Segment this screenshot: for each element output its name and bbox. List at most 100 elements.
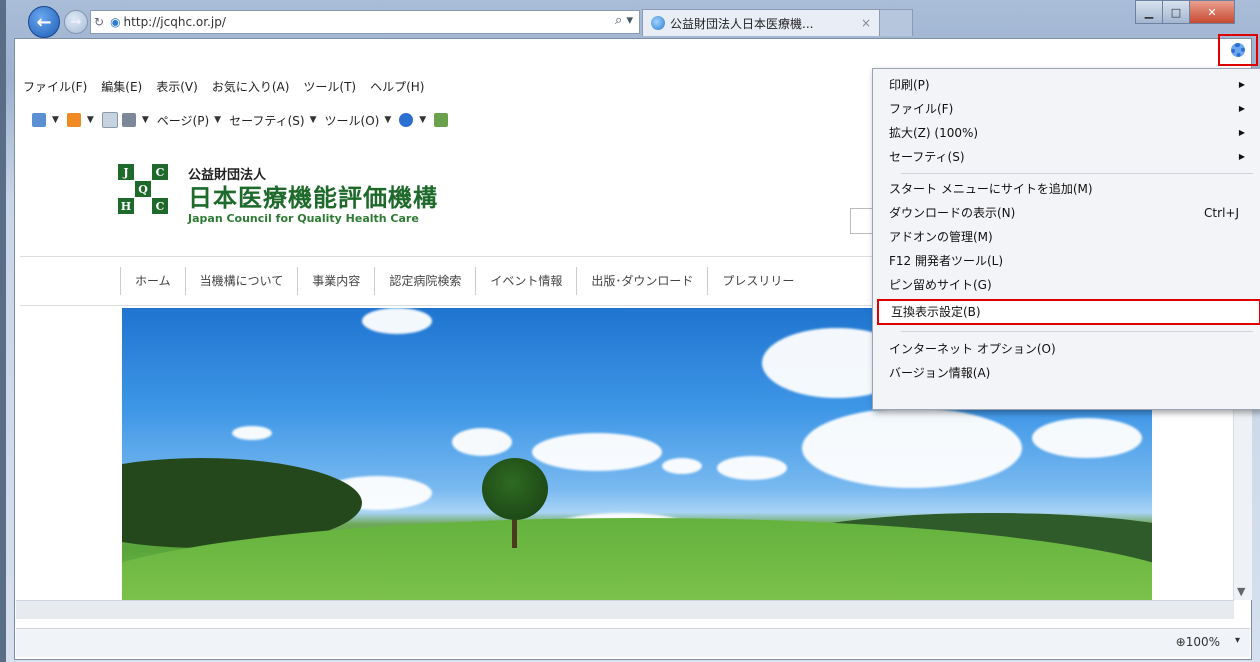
menu-help[interactable]: ヘルプ(H) (370, 78, 424, 98)
menu-item-label: ファイル(F) (889, 102, 954, 116)
menu-item-label: セーフティ(S) (889, 150, 965, 164)
nav-events[interactable]: イベント情報 (475, 267, 576, 295)
forward-button[interactable]: → (64, 10, 88, 34)
menu-item-label: アドオンの管理(M) (889, 230, 993, 244)
menu-item-print[interactable]: 印刷(P) ▶ (877, 73, 1257, 97)
home-dropdown-icon[interactable]: ▼ (52, 115, 59, 125)
cloud (717, 456, 787, 480)
title-bar: ← → ↻ ◉ http://jcqhc.or.jp/ ⌕ ▾ 公益財団法人日本… (6, 0, 1260, 38)
print-icon[interactable] (121, 113, 136, 127)
back-button[interactable]: ← (28, 6, 60, 38)
menu-item-pinned-sites[interactable]: ピン留めサイト(G) (877, 273, 1257, 297)
address-url[interactable]: http://jcqhc.or.jp/ (124, 15, 226, 29)
submenu-arrow-icon: ▶ (1238, 128, 1245, 137)
favorites-star-icon[interactable]: ☆ (1200, 44, 1212, 59)
nav-publications[interactable]: 出版･ダウンロード (576, 267, 707, 295)
menu-item-f12-devtools[interactable]: F12 開発者ツール(L) (877, 249, 1257, 273)
command-tools[interactable]: ツール(O) (325, 112, 380, 129)
search-icon[interactable]: ⌕ ▾ (615, 13, 633, 28)
logo-english: Japan Council for Quality Health Care (188, 212, 419, 225)
command-safety[interactable]: セーフティ(S) (229, 112, 305, 129)
print-dropdown-icon[interactable]: ▼ (142, 115, 149, 125)
menu-bar: ファイル(F) 編集(E) 表示(V) お気に入り(A) ツール(T) ヘルプ(… (16, 78, 431, 98)
command-page[interactable]: ページ(P) (157, 112, 209, 129)
site-logo[interactable]: J C Q H C 公益財団法人 日本医療機能評価機構 Japan Counci… (118, 164, 488, 234)
close-window-button[interactable]: ✕ (1189, 0, 1235, 24)
logo-letter-j: J (118, 164, 134, 180)
nav-press[interactable]: プレスリリー (707, 267, 808, 295)
menu-separator (901, 173, 1253, 174)
logo-letter-c2: C (152, 198, 168, 214)
menu-edit[interactable]: 編集(E) (101, 78, 142, 98)
menu-item-shortcut: Ctrl+J (1204, 206, 1239, 220)
cloud (1032, 418, 1142, 458)
tools-dropdown-icon[interactable]: ▼ (384, 115, 391, 125)
zoom-level[interactable]: ⊕100% (1176, 635, 1220, 649)
menu-item-compat-view-settings[interactable]: 互換表示設定(B) (877, 299, 1260, 325)
browser-window: ← → ↻ ◉ http://jcqhc.or.jp/ ⌕ ▾ 公益財団法人日本… (6, 0, 1260, 662)
menu-item-label: インターネット オプション(O) (889, 342, 1056, 356)
tools-menu: 印刷(P) ▶ ファイル(F) ▶ 拡大(Z) (100%) ▶ セーフティ(S) ▶ … (872, 68, 1260, 410)
safety-dropdown-icon[interactable]: ▼ (310, 115, 317, 125)
maximize-button[interactable]: □ (1162, 0, 1190, 24)
nav-hospital-search[interactable]: 認定病院検索 (374, 267, 475, 295)
menu-item-label: ダウンロードの表示(N) (889, 206, 1016, 220)
minimize-button[interactable]: ▁ (1135, 0, 1163, 24)
menu-item-view-downloads[interactable]: ダウンロードの表示(N) Ctrl+J (877, 201, 1257, 225)
nav-home[interactable]: ホーム (120, 267, 185, 295)
logo-letter-c1: C (152, 164, 168, 180)
menu-item-internet-options[interactable]: インターネット オプション(O) (877, 337, 1257, 361)
menu-item-label: バージョン情報(A) (889, 366, 991, 380)
scroll-down-icon[interactable]: ▼ (1237, 585, 1245, 598)
command-bar: ▼ ▼ ▼ ページ(P) ▼ セーフティ(S) ▼ ツール(O) ▼ ▼ (32, 110, 452, 130)
menu-item-label: 拡大(Z) (100%) (889, 126, 979, 140)
submenu-arrow-icon: ▶ (1238, 104, 1245, 113)
menu-item-zoom[interactable]: 拡大(Z) (100%) ▶ (877, 121, 1257, 145)
help-dropdown-icon[interactable]: ▼ (419, 115, 426, 125)
logo-letter-q: Q (135, 181, 151, 197)
tree (482, 458, 548, 520)
tab-close-icon[interactable]: × (861, 16, 871, 30)
menu-item-file[interactable]: ファイル(F) ▶ (877, 97, 1257, 121)
feed-dropdown-icon[interactable]: ▼ (87, 115, 94, 125)
submenu-arrow-icon: ▶ (1238, 152, 1245, 161)
tools-gear-button[interactable] (1218, 34, 1258, 66)
menu-item-label: 印刷(P) (889, 78, 930, 92)
home-icon[interactable]: ⌂ (1170, 41, 1180, 60)
zoom-dropdown-icon[interactable]: ▾ (1235, 635, 1240, 646)
menu-favorites[interactable]: お気に入り(A) (212, 78, 290, 98)
mail-icon[interactable] (101, 112, 118, 128)
menu-tools[interactable]: ツール(T) (303, 78, 356, 98)
page-dropdown-icon[interactable]: ▼ (214, 115, 221, 125)
feed-icon[interactable] (66, 113, 81, 127)
cloud (452, 428, 512, 456)
menu-item-label: F12 開発者ツール(L) (889, 254, 1004, 268)
menu-item-label: スタート メニューにサイトを追加(M) (889, 182, 1093, 196)
tab-favicon-icon (651, 16, 665, 30)
nav-business[interactable]: 事業内容 (297, 267, 374, 295)
tab-title: 公益財団法人日本医療機... (670, 16, 814, 31)
address-bar[interactable]: ↻ ◉ http://jcqhc.or.jp/ ⌕ ▾ (90, 10, 640, 34)
menu-item-about[interactable]: バージョン情報(A) (877, 361, 1257, 385)
menu-item-manage-addons[interactable]: アドオンの管理(M) (877, 225, 1257, 249)
menu-file[interactable]: ファイル(F) (23, 78, 87, 98)
ie-page-icon: ◉ (110, 15, 121, 29)
home-small-icon[interactable] (32, 113, 46, 127)
menu-item-safety[interactable]: セーフティ(S) ▶ (877, 145, 1257, 169)
menu-item-add-to-start[interactable]: スタート メニューにサイトを追加(M) (877, 177, 1257, 201)
menu-view[interactable]: 表示(V) (156, 78, 198, 98)
logo-title: 日本医療機能評価機構 (188, 184, 438, 212)
cloud (802, 408, 1022, 488)
cloud (232, 426, 272, 440)
status-bar: ⊕100% ▾ (16, 628, 1250, 657)
submenu-arrow-icon: ▶ (1238, 80, 1245, 89)
research-icon[interactable] (434, 113, 449, 127)
tab-active[interactable]: 公益財団法人日本医療機... × (642, 9, 880, 36)
refresh-icon[interactable]: ↻ (94, 15, 104, 29)
new-tab-button[interactable] (879, 9, 913, 36)
horizontal-scrollbar[interactable] (16, 600, 1234, 619)
cloud (362, 308, 432, 334)
help-icon[interactable] (399, 113, 414, 127)
nav-about[interactable]: 当機構について (184, 267, 298, 295)
cloud (662, 458, 702, 474)
